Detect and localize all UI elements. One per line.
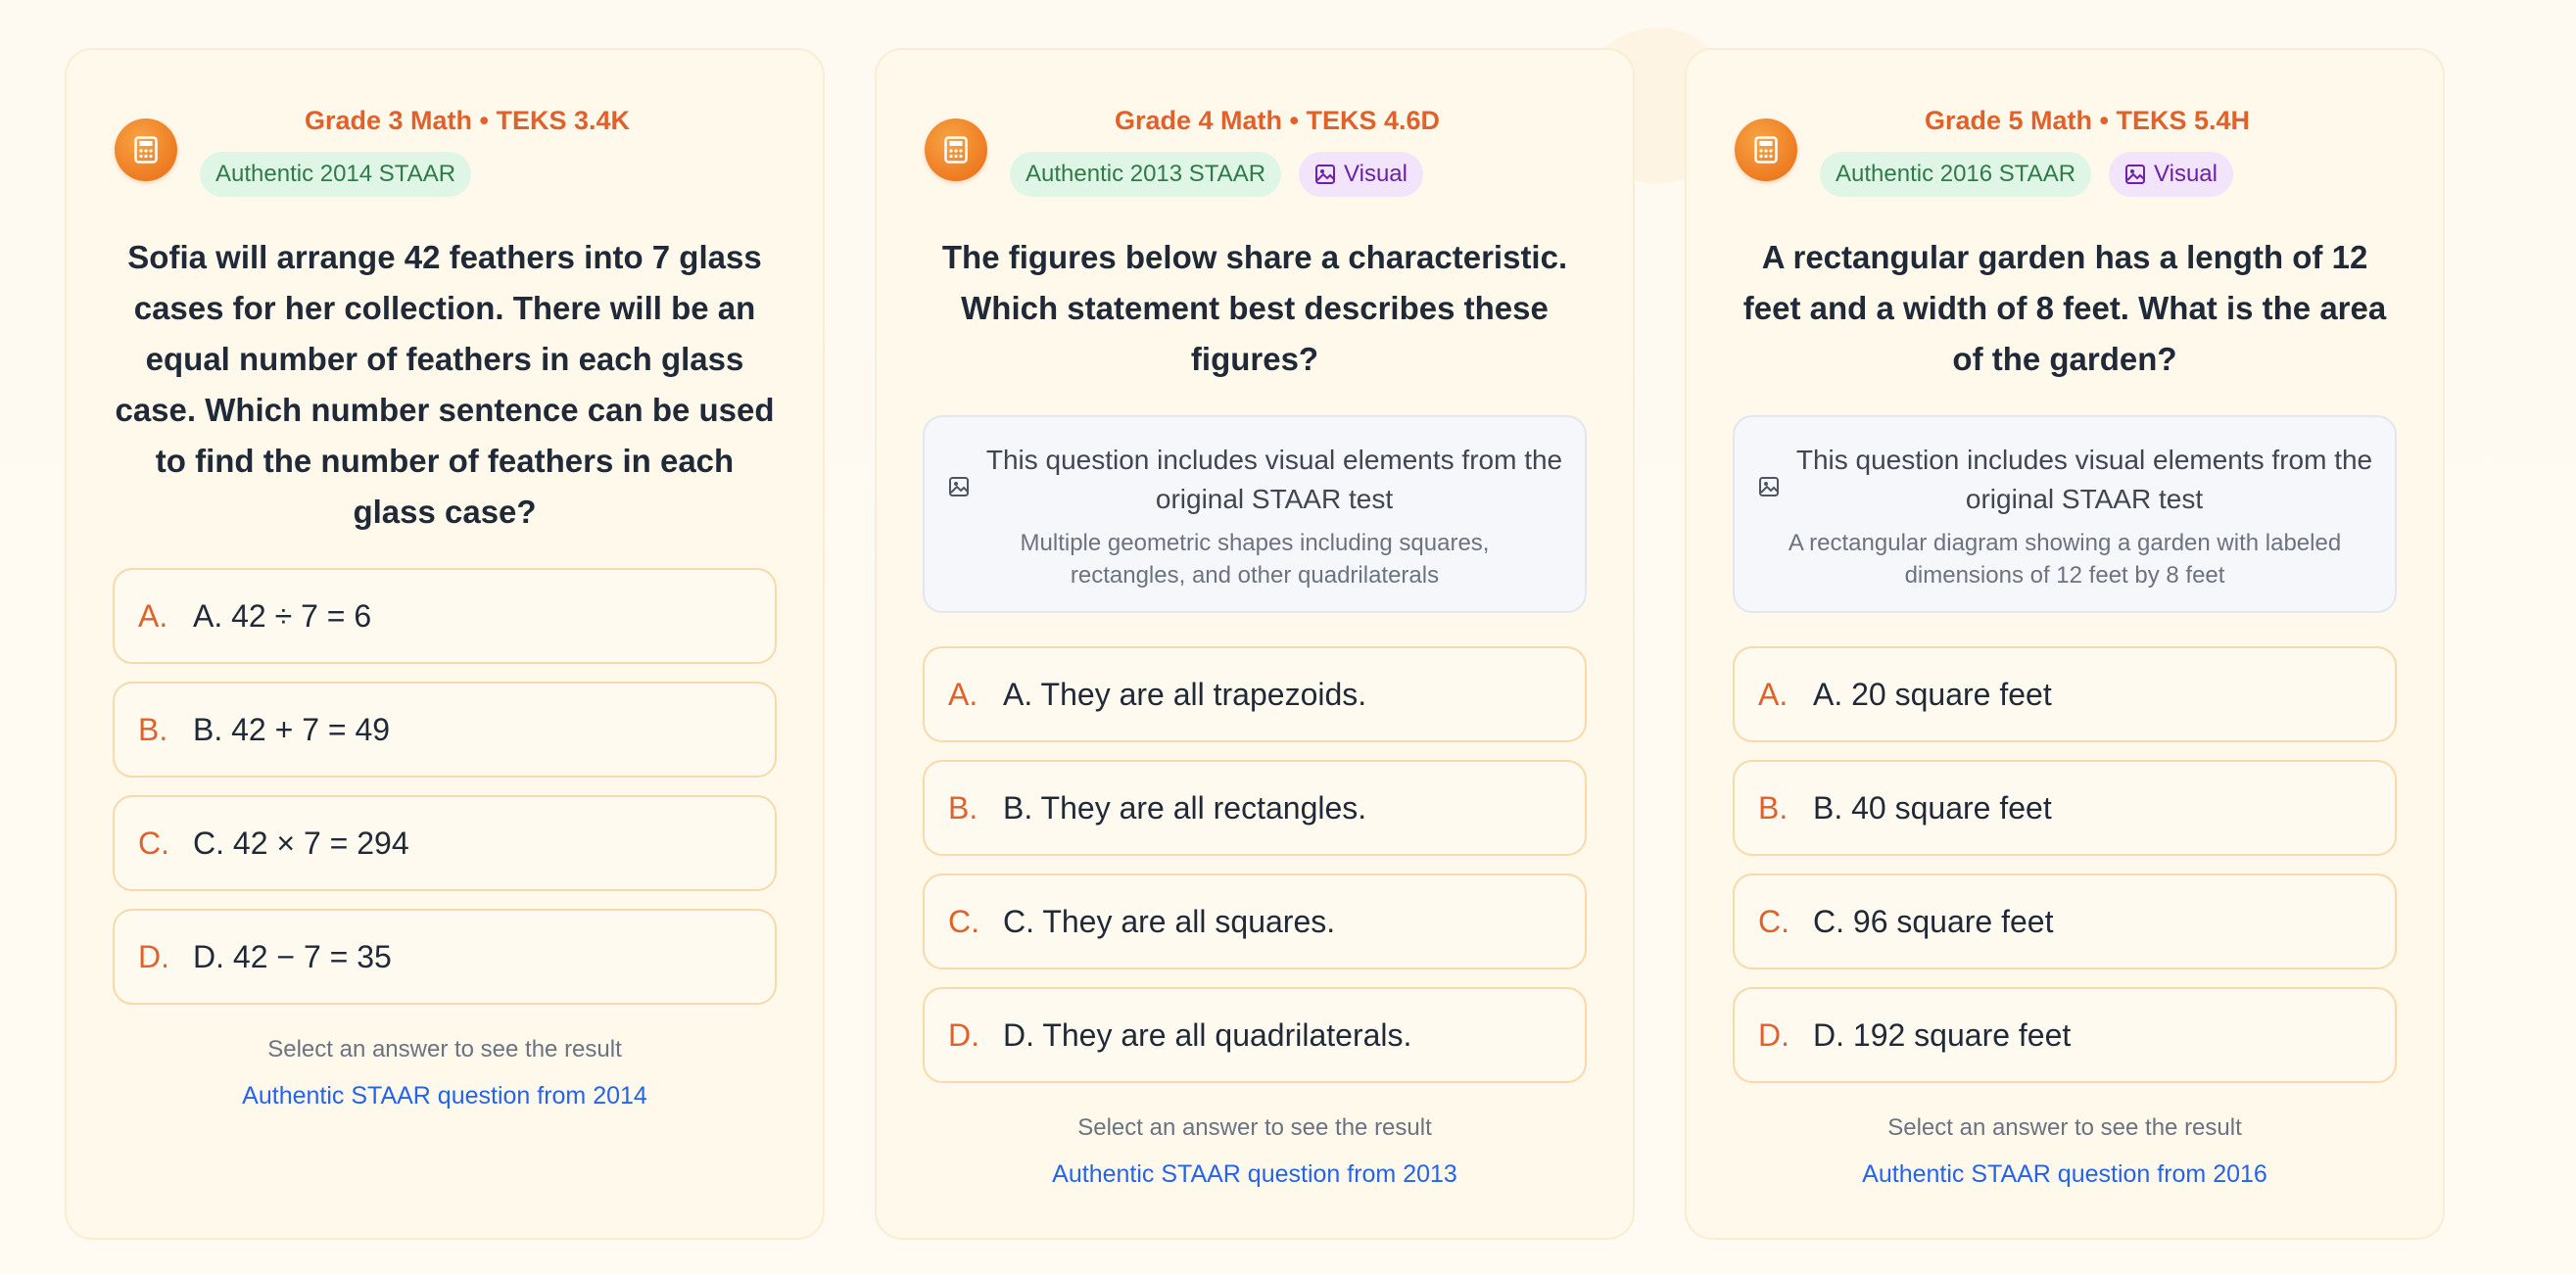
option-letter: C. [948, 903, 979, 939]
card-title: Grade 5 Math • TEKS 5.4H [1924, 106, 2251, 135]
visual-badge-label: Visual [2154, 161, 2218, 187]
answer-option-b[interactable]: B. B. They are all rectangles. [923, 760, 1587, 856]
option-text: D. 192 square feet [1813, 1016, 2072, 1053]
option-text: D. 42 − 7 = 35 [193, 938, 392, 974]
option-letter: D. [1758, 1016, 1789, 1053]
card-title: Grade 4 Math • TEKS 4.6D [1114, 106, 1441, 135]
option-text: A. 20 square feet [1813, 676, 2052, 712]
option-text: A. They are all trapezoids. [1003, 676, 1367, 712]
option-letter: A. [138, 597, 168, 634]
option-text: C. 42 × 7 = 294 [193, 825, 409, 861]
visual-note: This question includes visual elements f… [1795, 445, 2373, 514]
visual-badge-label: Visual [1344, 161, 1407, 187]
option-text: C. 96 square feet [1813, 903, 2054, 939]
answer-option-b[interactable]: B. B. 40 square feet [1733, 760, 2397, 856]
option-letter: C. [138, 825, 169, 861]
result-hint: Select an answer to see the result [267, 1036, 622, 1062]
answer-option-d[interactable]: D. D. They are all quadrilaterals. [923, 987, 1587, 1083]
staar-year-badge: Authentic 2013 STAAR [1010, 152, 1282, 197]
answer-option-c[interactable]: C. C. They are all squares. [923, 874, 1587, 969]
source-link[interactable]: Authentic STAAR question from 2013 [877, 1160, 1633, 1189]
visual-elements-notice: This question includes visual elements f… [923, 415, 1587, 613]
answer-option-a[interactable]: A. A. They are all trapezoids. [923, 646, 1587, 742]
answer-option-a[interactable]: A. A. 42 ÷ 7 = 6 [113, 568, 777, 664]
option-text: B. 40 square feet [1813, 789, 2052, 826]
staar-year-badge: Authentic 2014 STAAR [200, 152, 472, 197]
visual-description: Multiple geometric shapes including squa… [1020, 530, 1490, 589]
question-text: The figures below share a characteristic… [941, 239, 1568, 377]
image-icon [1315, 165, 1336, 184]
badge-row: Authentic 2013 STAAR Visual [1010, 152, 1423, 197]
question-card-grade-3: Grade 3 Math • TEKS 3.4K Authentic 2014 … [65, 48, 825, 1240]
question-card-grade-5: Grade 5 Math • TEKS 5.4H Authentic 2016 … [1685, 48, 2445, 1240]
image-icon [949, 477, 969, 496]
option-text: B. They are all rectangles. [1003, 789, 1367, 826]
question-text: Sofia will arrange 42 feathers into 7 gl… [115, 239, 775, 530]
result-hint: Select an answer to see the result [1887, 1114, 2242, 1141]
visual-badge: Visual [2109, 152, 2233, 197]
option-letter: A. [1758, 676, 1789, 712]
source-link[interactable]: Authentic STAAR question from 2014 [67, 1082, 823, 1110]
option-text: B. 42 + 7 = 49 [193, 711, 391, 747]
staar-year-badge: Authentic 2016 STAAR [1820, 152, 2092, 197]
answer-option-b[interactable]: B. B. 42 + 7 = 49 [113, 682, 777, 778]
option-letter: C. [1758, 903, 1789, 939]
image-icon [2125, 165, 2146, 184]
visual-description: A rectangular diagram showing a garden w… [1788, 530, 2342, 589]
visual-badge: Visual [1299, 152, 1423, 197]
badge-row: Authentic 2014 STAAR [200, 152, 472, 197]
option-text: D. They are all quadrilaterals. [1003, 1016, 1412, 1053]
option-letter: D. [138, 938, 169, 974]
option-letter: B. [1758, 789, 1789, 826]
result-hint: Select an answer to see the result [1077, 1114, 1432, 1141]
answer-option-d[interactable]: D. D. 42 − 7 = 35 [113, 909, 777, 1005]
answer-option-c[interactable]: C. C. 42 × 7 = 294 [113, 795, 777, 891]
visual-note: This question includes visual elements f… [985, 445, 1563, 514]
question-card-grade-4: Grade 4 Math • TEKS 4.6D Authentic 2013 … [875, 48, 1635, 1240]
answer-option-d[interactable]: D. D. 192 square feet [1733, 987, 2397, 1083]
question-text: A rectangular garden has a length of 12 … [1742, 239, 2387, 377]
option-letter: B. [948, 789, 978, 826]
option-text: C. They are all squares. [1003, 903, 1336, 939]
option-letter: B. [138, 711, 168, 747]
source-link[interactable]: Authentic STAAR question from 2016 [1687, 1160, 2443, 1189]
answer-option-a[interactable]: A. A. 20 square feet [1733, 646, 2397, 742]
answer-option-c[interactable]: C. C. 96 square feet [1733, 874, 2397, 969]
card-title: Grade 3 Math • TEKS 3.4K [304, 106, 631, 135]
badge-row: Authentic 2016 STAAR Visual [1820, 152, 2233, 197]
option-text: A. 42 ÷ 7 = 6 [193, 597, 372, 634]
option-letter: D. [948, 1016, 979, 1053]
image-icon [1759, 477, 1779, 496]
visual-elements-notice: This question includes visual elements f… [1733, 415, 2397, 613]
option-letter: A. [948, 676, 978, 712]
